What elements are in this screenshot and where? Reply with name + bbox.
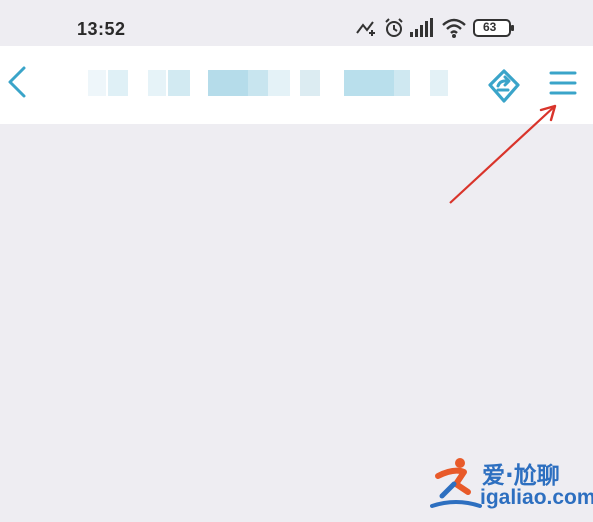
battery-level: 63 [483,20,497,34]
alarm-icon [383,17,405,44]
data-speed-icon [355,17,377,44]
share-icon [488,69,520,103]
page-title-blurred [88,70,468,96]
hamburger-menu-icon [549,71,577,95]
wifi-icon [441,17,467,44]
watermark: 爱·尬聊 igaliao.com [430,452,593,516]
menu-button[interactable] [546,66,580,100]
status-icons: 63 [356,17,555,44]
share-button[interactable] [484,68,524,104]
status-time: 13:52 [77,19,126,39]
watermark-en: igaliao.com [480,486,593,509]
signal-icon [409,17,435,44]
back-button[interactable] [2,60,32,104]
chevron-left-icon [8,66,26,98]
nav-bar [0,46,593,124]
status-bar: 13:52 63 [0,0,593,46]
runner-logo-icon [430,458,482,508]
watermark-cn: 爱·尬聊 [482,463,560,489]
